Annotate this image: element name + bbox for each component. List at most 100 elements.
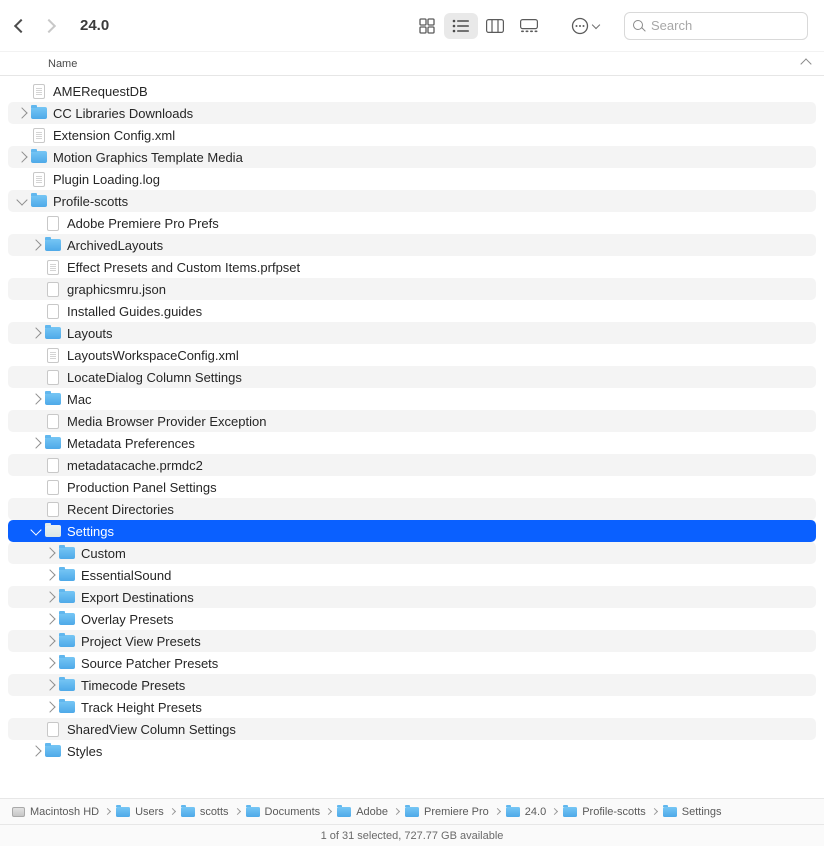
file-row[interactable]: Track Height Presets: [8, 696, 816, 718]
file-row[interactable]: Installed Guides.guides: [8, 300, 816, 322]
disclosure-spacer: [30, 217, 41, 228]
path-segment[interactable]: scotts: [181, 806, 229, 818]
file-row[interactable]: Export Destinations: [8, 586, 816, 608]
file-name: Effect Presets and Custom Items.prfpset: [67, 260, 300, 275]
file-row[interactable]: graphicsmru.json: [8, 278, 816, 300]
file-row[interactable]: Adobe Premiere Pro Prefs: [8, 212, 816, 234]
disclosure-spacer: [30, 415, 41, 426]
search-input[interactable]: [651, 18, 799, 33]
file-name: LayoutsWorkspaceConfig.xml: [67, 348, 239, 363]
file-row[interactable]: SharedView Column Settings: [8, 718, 816, 740]
folder-icon: [45, 523, 61, 539]
file-list[interactable]: AMERequestDBCC Libraries DownloadsExtens…: [0, 76, 824, 798]
back-button[interactable]: [14, 18, 28, 32]
disclosure-triangle[interactable]: [16, 194, 27, 205]
file-row[interactable]: LocateDialog Column Settings: [8, 366, 816, 388]
file-row[interactable]: Recent Directories: [8, 498, 816, 520]
document-icon: [45, 303, 61, 319]
folder-icon: [116, 807, 130, 817]
file-row[interactable]: metadatacache.prmdc2: [8, 454, 816, 476]
file-row[interactable]: LayoutsWorkspaceConfig.xml: [8, 344, 816, 366]
disclosure-triangle[interactable]: [30, 393, 41, 404]
view-mode-group: [410, 13, 546, 39]
view-gallery-button[interactable]: [512, 13, 546, 39]
disclosure-triangle[interactable]: [16, 151, 27, 162]
file-row[interactable]: Extension Config.xml: [8, 124, 816, 146]
disclosure-triangle[interactable]: [44, 679, 55, 690]
file-row[interactable]: Effect Presets and Custom Items.prfpset: [8, 256, 816, 278]
file-row[interactable]: Layouts: [8, 322, 816, 344]
columns-icon: [486, 19, 504, 33]
folder-icon: [59, 655, 75, 671]
disclosure-triangle[interactable]: [44, 569, 55, 580]
disclosure-triangle[interactable]: [44, 591, 55, 602]
toolbar: 24.0: [0, 0, 824, 52]
file-row[interactable]: Metadata Preferences: [8, 432, 816, 454]
folder-icon: [59, 545, 75, 561]
disclosure-triangle[interactable]: [44, 657, 55, 668]
view-icons-button[interactable]: [410, 13, 444, 39]
file-row[interactable]: Plugin Loading.log: [8, 168, 816, 190]
gallery-icon: [520, 19, 538, 33]
disclosure-triangle[interactable]: [30, 745, 41, 756]
more-actions-button[interactable]: [568, 13, 602, 39]
disclosure-triangle[interactable]: [44, 701, 55, 712]
path-label: scotts: [200, 806, 229, 818]
path-label: Profile-scotts: [582, 806, 646, 818]
folder-icon: [59, 611, 75, 627]
path-segment[interactable]: Premiere Pro: [405, 806, 489, 818]
file-row[interactable]: Media Browser Provider Exception: [8, 410, 816, 432]
disclosure-triangle[interactable]: [44, 613, 55, 624]
file-name: Custom: [81, 546, 126, 561]
forward-button[interactable]: [42, 18, 56, 32]
document-icon: [45, 721, 61, 737]
disclosure-triangle[interactable]: [30, 524, 41, 535]
path-segment[interactable]: Macintosh HD: [12, 806, 99, 818]
file-row[interactable]: Production Panel Settings: [8, 476, 816, 498]
folder-icon: [337, 807, 351, 817]
file-row[interactable]: Project View Presets: [8, 630, 816, 652]
folder-icon: [405, 807, 419, 817]
disclosure-triangle[interactable]: [30, 327, 41, 338]
path-segment[interactable]: Documents: [246, 806, 321, 818]
document-icon: [45, 457, 61, 473]
file-name: Media Browser Provider Exception: [67, 414, 266, 429]
path-label: Settings: [682, 806, 722, 818]
file-row[interactable]: Settings: [8, 520, 816, 542]
path-segment[interactable]: 24.0: [506, 806, 546, 818]
folder-icon: [59, 589, 75, 605]
file-row[interactable]: Profile-scotts: [8, 190, 816, 212]
disclosure-triangle[interactable]: [44, 547, 55, 558]
file-row[interactable]: Custom: [8, 542, 816, 564]
disclosure-triangle[interactable]: [44, 635, 55, 646]
file-row[interactable]: Styles: [8, 740, 816, 762]
search-box[interactable]: [624, 12, 808, 40]
path-segment[interactable]: Adobe: [337, 806, 388, 818]
file-row[interactable]: Mac: [8, 388, 816, 410]
search-icon: [633, 20, 645, 32]
view-list-button[interactable]: [444, 13, 478, 39]
path-segment[interactable]: Users: [116, 806, 164, 818]
file-row[interactable]: ArchivedLayouts: [8, 234, 816, 256]
file-name: Plugin Loading.log: [53, 172, 160, 187]
path-segment[interactable]: Settings: [663, 806, 722, 818]
file-row[interactable]: EssentialSound: [8, 564, 816, 586]
file-row[interactable]: Overlay Presets: [8, 608, 816, 630]
file-row[interactable]: Motion Graphics Template Media: [8, 146, 816, 168]
path-label: Documents: [265, 806, 321, 818]
file-row[interactable]: CC Libraries Downloads: [8, 102, 816, 124]
disclosure-triangle[interactable]: [16, 107, 27, 118]
disclosure-spacer: [30, 481, 41, 492]
column-header[interactable]: Name: [0, 52, 824, 76]
file-row[interactable]: Timecode Presets: [8, 674, 816, 696]
chevron-right-icon: [104, 808, 111, 815]
view-columns-button[interactable]: [478, 13, 512, 39]
file-row[interactable]: AMERequestDB: [8, 80, 816, 102]
folder-icon: [31, 105, 47, 121]
document-icon: [45, 347, 61, 363]
path-segment[interactable]: Profile-scotts: [563, 806, 646, 818]
disclosure-triangle[interactable]: [30, 437, 41, 448]
file-row[interactable]: Source Patcher Presets: [8, 652, 816, 674]
disclosure-triangle[interactable]: [30, 239, 41, 250]
disclosure-spacer: [30, 503, 41, 514]
